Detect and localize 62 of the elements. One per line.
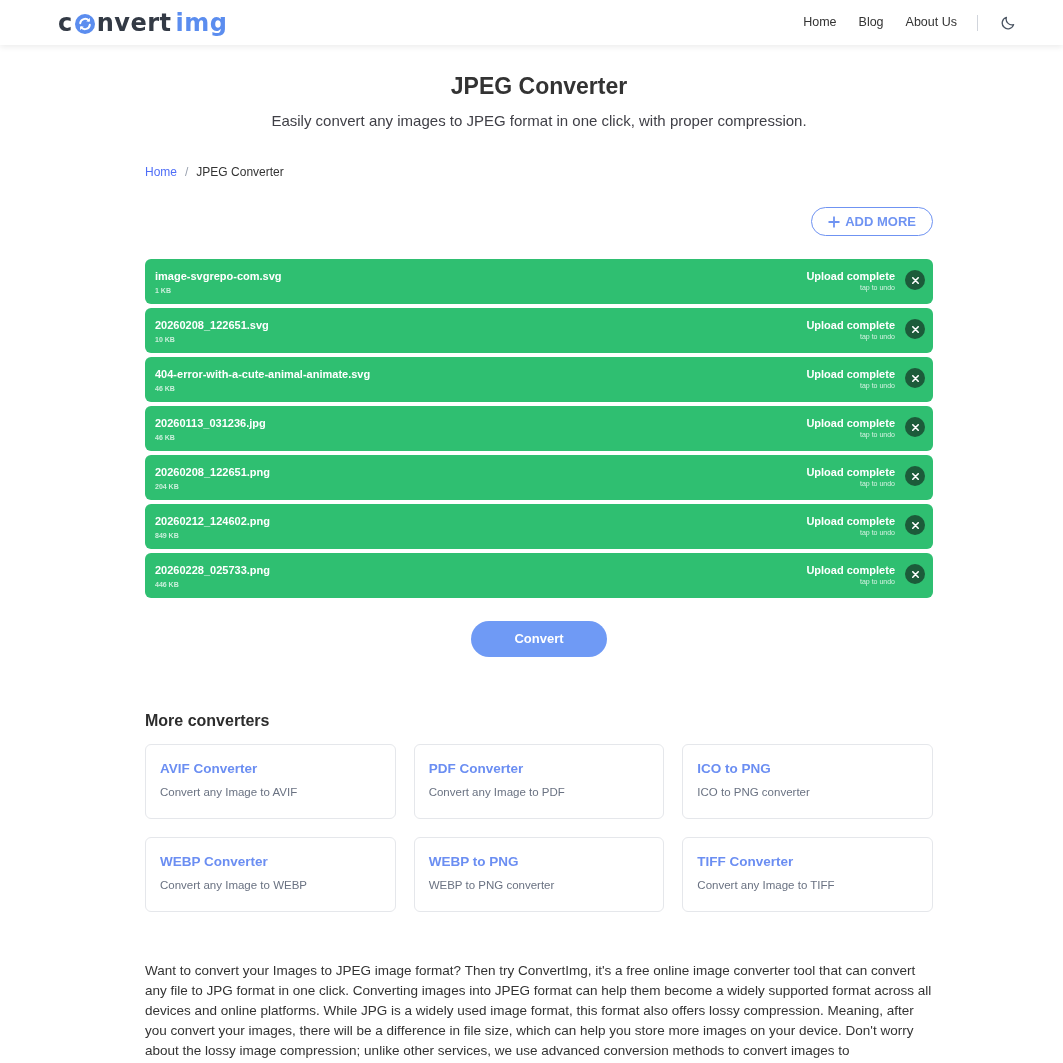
close-icon: [911, 423, 919, 431]
add-more-button[interactable]: ADD MORE: [811, 207, 933, 236]
plus-icon: [828, 215, 841, 228]
close-icon: [911, 570, 919, 578]
converter-card[interactable]: TIFF Converter Convert any Image to TIFF: [682, 837, 933, 912]
close-icon: [911, 276, 919, 284]
close-icon: [911, 325, 919, 333]
page-subtitle: Easily convert any images to JPEG format in one click, with proper compression.: [270, 111, 808, 131]
file-name: 20260113_031236.jpg: [155, 416, 266, 430]
convert-button[interactable]: Convert: [471, 621, 607, 657]
file-name: 20260208_122651.svg: [155, 318, 269, 332]
card-description: Convert any Image to TIFF: [697, 878, 836, 893]
remove-file-button[interactable]: [905, 417, 925, 437]
card-description: ICO to PNG converter: [697, 785, 811, 800]
card-title: TIFF Converter: [697, 853, 795, 871]
nav-link[interactable]: About Us: [905, 13, 957, 32]
card-title: AVIF Converter: [160, 760, 259, 778]
remove-file-button[interactable]: [905, 270, 925, 290]
card-title: WEBP to PNG: [428, 853, 520, 871]
upload-status: Upload complete: [806, 367, 895, 381]
close-icon: [911, 472, 919, 480]
breadcrumb-link[interactable]: Home: [145, 164, 177, 180]
refresh-icon: [74, 14, 95, 34]
close-icon: [911, 374, 919, 382]
nav-link[interactable]: Home: [803, 13, 837, 32]
card-description: Convert any Image to PDF: [428, 785, 566, 800]
upload-status: Upload complete: [806, 318, 895, 332]
remove-file-button[interactable]: [905, 515, 925, 535]
close-icon: [911, 521, 919, 529]
file-name: 20260208_122651.png: [155, 465, 270, 479]
card-title: WEBP Converter: [160, 853, 269, 871]
file-name: image-svgrepo-com.svg: [155, 269, 282, 283]
upload-status: Upload complete: [806, 465, 895, 479]
remove-file-button[interactable]: [905, 564, 925, 584]
file-name: 404-error-with-a-cute-animal-animate.svg: [155, 367, 371, 381]
remove-file-button[interactable]: [905, 466, 925, 486]
upload-status: Upload complete: [806, 416, 895, 430]
section-heading: More converters: [145, 711, 271, 731]
file-name: 20260228_025733.png: [155, 563, 270, 577]
card-description: Convert any Image to WEBP: [160, 878, 308, 893]
card-description: WEBP to PNG converter: [428, 878, 556, 893]
article-paragraph: Want to convert your Images to JPEG image format? Then try ConvertImg, it's a free online image converter tool that can convert any file to JPG format in one click. Converting images into JPEG format can help them become a widely supported format across all devices and online platforms. While JPG is a widely used image format, this format also offers lossy compression. Meaning, after you convert your images, there will be a difference in file size, which can help you store more images on your device. Don't worry about the lossy image compression; unlike other services, we use advanced conversion methods to convert images to: [145, 962, 933, 1060]
converter-card[interactable]: PDF Converter Convert any Image to PDF: [413, 744, 665, 819]
converter-card[interactable]: AVIF Converter Convert any Image to AVIF: [145, 744, 396, 819]
upload-status: Upload complete: [806, 563, 895, 577]
moon-icon[interactable]: [1001, 15, 1015, 30]
upload-status: Upload complete: [806, 269, 895, 283]
card-title: PDF Converter: [428, 760, 525, 778]
converter-card[interactable]: ICO to PNG ICO to PNG converter: [682, 744, 933, 819]
breadcrumb-separator: /: [185, 164, 189, 180]
card-title: ICO to PNG: [697, 760, 772, 778]
converter-card[interactable]: WEBP to PNG WEBP to PNG converter: [413, 837, 665, 912]
logo-link[interactable]: c nvert img: [58, 7, 228, 38]
page-title: JPEG Converter: [449, 72, 629, 100]
file-name: 20260212_124602.png: [155, 514, 270, 528]
remove-file-button[interactable]: [905, 319, 925, 339]
converter-card[interactable]: WEBP Converter Convert any Image to WEBP: [145, 837, 396, 912]
remove-file-button[interactable]: [905, 368, 925, 388]
card-description: Convert any Image to AVIF: [160, 785, 299, 800]
nav-link[interactable]: Blog: [858, 13, 884, 32]
upload-status: Upload complete: [806, 514, 895, 528]
breadcrumb-current: JPEG Converter: [196, 164, 284, 180]
